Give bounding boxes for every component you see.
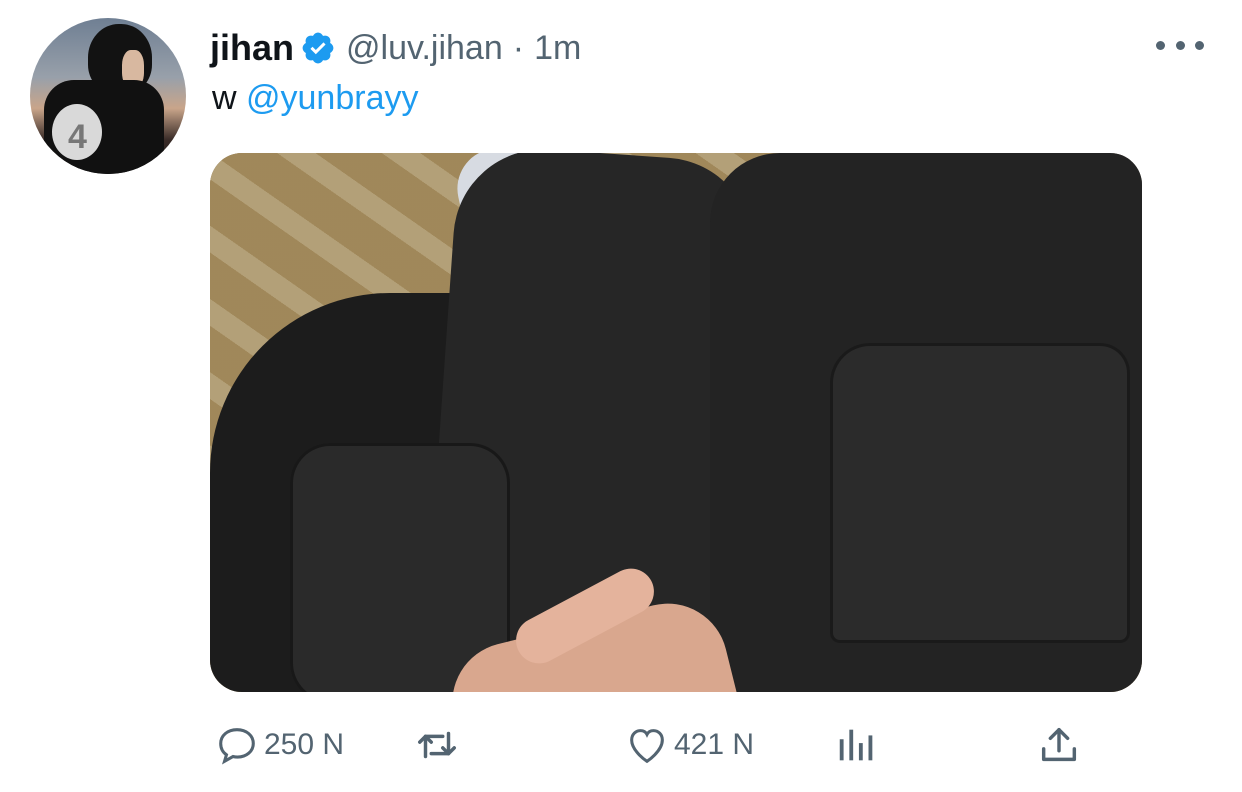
- avatar[interactable]: 4: [30, 18, 186, 174]
- avatar-shirt-number: 4: [68, 118, 87, 156]
- author-name[interactable]: jihan: [210, 27, 294, 69]
- more-dot: [1156, 40, 1165, 50]
- reply-count: 250 N: [264, 728, 345, 761]
- retweet-button[interactable]: [414, 718, 460, 772]
- separator-dot: ·: [512, 28, 525, 67]
- share-button[interactable]: [1036, 718, 1082, 772]
- tweet-text-prefix: w: [212, 79, 246, 117]
- more-dot: [1195, 40, 1204, 50]
- more-dots-icon[interactable]: [1156, 30, 1204, 60]
- like-button[interactable]: 421 N: [624, 718, 754, 772]
- tweet-photo[interactable]: [210, 153, 1142, 692]
- mention-link[interactable]: @yunbrayy: [246, 79, 418, 117]
- retweet-icon: [418, 731, 456, 759]
- speech-bubble-icon: [219, 728, 255, 765]
- reply-button[interactable]: 250 N: [214, 718, 344, 772]
- tweet-actions: 250 N 421 N: [210, 718, 1142, 772]
- photo-cargo-pocket: [830, 343, 1130, 643]
- like-count: 421 N: [674, 728, 755, 761]
- bar-chart-icon: [839, 729, 873, 761]
- verified-badge-icon: [302, 32, 334, 64]
- tweet-text: w @yunbrayy: [212, 78, 418, 118]
- share-upload-icon: [1041, 727, 1077, 762]
- views-button[interactable]: [834, 718, 880, 772]
- more-dot: [1175, 40, 1185, 50]
- author-handle[interactable]: @luv.jihan: [346, 29, 503, 68]
- tweet-header: jihan @luv.jihan · 1m: [210, 26, 581, 70]
- tweet-timestamp[interactable]: 1m: [534, 29, 581, 68]
- heart-icon: [630, 729, 664, 764]
